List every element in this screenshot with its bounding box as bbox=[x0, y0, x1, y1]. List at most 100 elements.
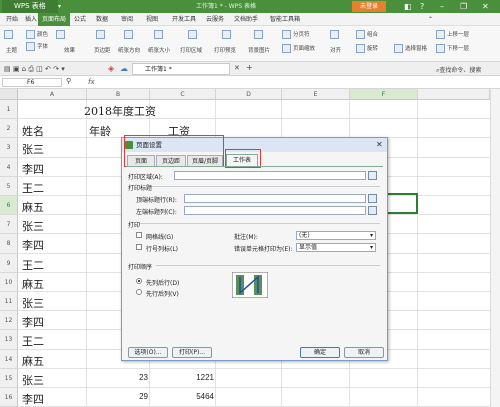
column-header-f[interactable]: F bbox=[350, 89, 418, 100]
group-button[interactable]: 组合 bbox=[356, 30, 378, 39]
down-then-over-radio[interactable] bbox=[136, 278, 142, 284]
row-header[interactable]: 1 bbox=[0, 100, 18, 120]
fx-icon[interactable]: fx bbox=[88, 76, 95, 89]
print-preview-button[interactable] bbox=[222, 30, 233, 39]
menu-smart-tools[interactable]: 智能工具箱 bbox=[270, 13, 300, 26]
column-header-a[interactable]: A bbox=[18, 89, 87, 100]
name-cell[interactable]: 李四 bbox=[22, 391, 44, 407]
effects-button[interactable] bbox=[56, 30, 67, 39]
row-header[interactable]: 4 bbox=[0, 157, 18, 177]
rotate-button[interactable]: 旋转 bbox=[356, 44, 378, 53]
name-cell[interactable]: 李四 bbox=[22, 161, 44, 177]
name-cell[interactable]: 李四 bbox=[22, 314, 44, 330]
salary-cell[interactable]: 1221 bbox=[166, 373, 214, 382]
select-all-corner[interactable] bbox=[0, 89, 18, 100]
name-cell[interactable]: 王二 bbox=[22, 180, 44, 196]
doc-tab-close-icon[interactable]: ✕ bbox=[234, 64, 240, 72]
column-header-c[interactable]: C bbox=[150, 89, 216, 100]
chevron-down-icon[interactable]: ▾ bbox=[58, 0, 61, 13]
name-cell[interactable]: 王二 bbox=[22, 333, 44, 349]
menu-formula[interactable]: 公式 bbox=[74, 13, 86, 26]
menu-cloud[interactable]: 云服务 bbox=[206, 13, 224, 26]
vertical-scrollbar[interactable] bbox=[490, 89, 500, 407]
selection-pane-button[interactable]: 选择窗格 bbox=[394, 44, 427, 53]
close-icon[interactable]: ✕ bbox=[376, 138, 383, 152]
menu-review[interactable]: 审阅 bbox=[121, 13, 133, 26]
column-header-g[interactable] bbox=[418, 89, 490, 100]
bring-forward-button[interactable]: 上移一层 bbox=[436, 30, 469, 39]
menu-developer[interactable]: 开发工具 bbox=[172, 13, 196, 26]
row-header[interactable]: 10 bbox=[0, 272, 18, 292]
menu-home[interactable]: 开始 bbox=[6, 13, 18, 26]
quick-toolbar-icons[interactable]: ▤ ▣ ⌂ ⎙ ◫ ↶ ↷ ▾ bbox=[4, 65, 65, 74]
orientation-button[interactable] bbox=[124, 30, 135, 39]
column-header-e[interactable]: E bbox=[282, 89, 350, 100]
new-tab-icon[interactable]: + bbox=[246, 63, 253, 72]
menu-doc-assistant[interactable]: 文档助手 bbox=[234, 13, 258, 26]
age-cell[interactable]: 29 bbox=[100, 392, 148, 401]
skin-icon[interactable]: ◧ bbox=[404, 0, 412, 13]
margins-button[interactable] bbox=[96, 30, 107, 39]
cell-reference-box[interactable]: F6 bbox=[2, 78, 62, 87]
name-cell[interactable]: 张三 bbox=[22, 141, 44, 157]
header-name-cell[interactable]: 姓名 bbox=[22, 123, 44, 139]
row-header[interactable]: 5 bbox=[0, 176, 18, 196]
menu-insert[interactable]: 插入 bbox=[25, 13, 37, 26]
name-cell[interactable]: 王二 bbox=[22, 257, 44, 273]
tab-workbook1[interactable]: 工作簿1 * bbox=[132, 63, 230, 75]
column-header-d[interactable]: D bbox=[216, 89, 282, 100]
row-header[interactable]: 3 bbox=[0, 138, 18, 158]
search-box[interactable]: ⌕查找命令、搜索 bbox=[436, 65, 481, 75]
size-button[interactable] bbox=[154, 30, 165, 39]
name-cell[interactable]: 麻五 bbox=[22, 353, 44, 369]
menu-page-layout[interactable]: 页面布局 bbox=[38, 13, 71, 26]
send-backward-button[interactable]: 下移一层 bbox=[436, 44, 469, 53]
row-header[interactable]: 9 bbox=[0, 253, 18, 273]
font-theme-button[interactable]: 字体 bbox=[26, 42, 48, 51]
row-header[interactable]: 7 bbox=[0, 215, 18, 235]
menu-view[interactable]: 视图 bbox=[146, 13, 158, 26]
print-button[interactable]: 打印(P)... bbox=[172, 347, 212, 358]
zoom-formula-icon[interactable]: ⚲ bbox=[66, 77, 71, 85]
minimize-icon[interactable]: – bbox=[440, 0, 444, 13]
print-area-field[interactable] bbox=[174, 171, 366, 180]
app-brand[interactable]: WPS 表格 bbox=[2, 0, 58, 13]
page-zoom-button[interactable]: 页面缩放 bbox=[282, 44, 315, 53]
background-button[interactable] bbox=[254, 30, 265, 39]
align-button[interactable] bbox=[330, 30, 341, 39]
row-header[interactable]: 8 bbox=[0, 234, 18, 254]
login-button[interactable]: 未登录 bbox=[352, 1, 386, 12]
gridlines-checkbox[interactable] bbox=[136, 232, 142, 238]
cancel-button[interactable]: 取消 bbox=[344, 347, 384, 358]
page-break-button[interactable]: 分页符 bbox=[282, 30, 310, 39]
colors-button[interactable]: 颜色 bbox=[26, 30, 48, 39]
left-cols-field[interactable] bbox=[184, 206, 366, 215]
name-cell[interactable]: 张三 bbox=[22, 218, 44, 234]
expand-icon[interactable]: ⌃ bbox=[428, 13, 433, 26]
salary-cell[interactable]: 5464 bbox=[166, 392, 214, 401]
help-icon[interactable]: ? bbox=[420, 0, 424, 13]
print-area-button[interactable] bbox=[188, 30, 199, 39]
name-cell[interactable]: 李四 bbox=[22, 237, 44, 253]
row-header[interactable]: 16 bbox=[0, 388, 18, 407]
close-icon[interactable]: ✕ bbox=[482, 0, 489, 13]
row-header[interactable]: 15 bbox=[0, 368, 18, 388]
header-age-cell[interactable]: 年龄 bbox=[89, 123, 111, 139]
name-cell[interactable]: 张三 bbox=[22, 295, 44, 311]
row-header[interactable]: 6 bbox=[0, 196, 18, 216]
name-cell[interactable]: 麻五 bbox=[22, 276, 44, 292]
range-picker-icon[interactable] bbox=[368, 171, 377, 180]
errors-select[interactable]: 显示值 ▾ bbox=[296, 243, 376, 252]
column-header-b[interactable]: B bbox=[87, 89, 150, 100]
over-then-down-radio[interactable] bbox=[136, 289, 142, 295]
row-header[interactable]: 14 bbox=[0, 349, 18, 369]
selected-cell-f6[interactable] bbox=[386, 193, 418, 214]
row-col-headers-checkbox[interactable] bbox=[136, 244, 142, 250]
row-header[interactable]: 11 bbox=[0, 292, 18, 312]
ok-button[interactable]: 确定 bbox=[300, 347, 340, 358]
menu-data[interactable]: 数据 bbox=[96, 13, 108, 26]
age-cell[interactable]: 23 bbox=[100, 373, 148, 382]
maximize-icon[interactable]: ❐ bbox=[460, 0, 467, 13]
row-header[interactable]: 2 bbox=[0, 119, 18, 139]
name-cell[interactable]: 麻五 bbox=[22, 199, 44, 215]
